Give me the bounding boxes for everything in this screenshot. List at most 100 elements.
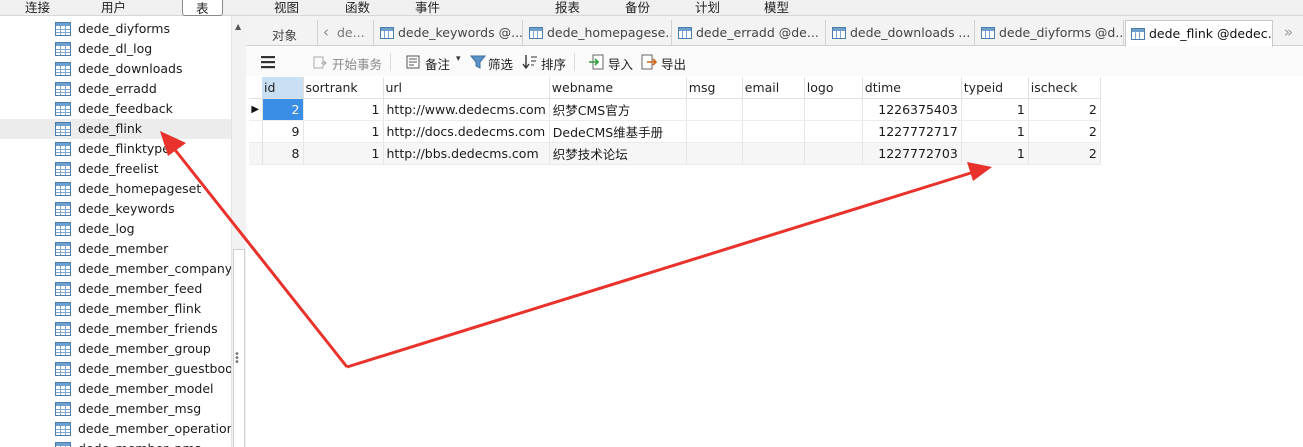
cell-webname[interactable]: 织梦技术论坛 [549,142,687,165]
sidebar-item-dede-flinktype[interactable]: dede_flinktype [0,139,231,159]
menu-connection[interactable]: 连接 [25,0,50,16]
cell-msg[interactable] [686,120,743,143]
cell-logo[interactable] [804,120,863,143]
sidebar-item-dede-member-friends[interactable]: dede_member_friends [0,319,231,339]
menu-view[interactable]: 视图 [274,0,299,16]
column-header-url[interactable]: url [383,77,550,99]
cell-dtime[interactable]: 1227772703 [862,142,962,165]
row-indicator-cell [249,142,263,165]
cell-webname[interactable]: DedeCMS维基手册 [549,120,687,143]
cell-sortrank[interactable]: 1 [303,98,384,121]
dropdown-arrow-icon[interactable]: ▾ [456,54,461,64]
tab-dede-homepageset[interactable]: dede_homepagese... [524,20,672,46]
cell-logo[interactable] [804,98,863,121]
column-header-msg[interactable]: msg [686,77,743,99]
cell-ischeck[interactable]: 2 [1028,142,1101,165]
sidebar-item-dede-diyforms[interactable]: dede_diyforms [0,19,231,39]
menu-event[interactable]: 事件 [415,0,440,16]
import-button[interactable]: 导入 [588,51,634,73]
cell-msg[interactable] [686,98,743,121]
sidebar-item-dede-freelist[interactable]: dede_freelist [0,159,231,179]
tab-dede-flink[interactable]: dede_flink @dedec... [1125,20,1273,47]
cell-id[interactable]: 2 [262,98,304,121]
menu-schedule[interactable]: 计划 [695,0,720,16]
sidebar-item-label: dede_feedback [78,101,173,116]
scrollbar-thumb[interactable] [233,249,245,447]
sidebar-item-dede-keywords[interactable]: dede_keywords [0,199,231,219]
sidebar-item-dede-member-guestbook[interactable]: dede_member_guestbook [0,359,231,379]
sidebar-item-dede-member[interactable]: dede_member [0,239,231,259]
tab-dede-erradd[interactable]: dede_erradd @de... [673,20,826,46]
sidebar-item-dede-member-pms[interactable]: dede_member_pms [0,439,231,447]
sidebar-item-dede-member-flink[interactable]: dede_member_flink [0,299,231,319]
column-header-email[interactable]: email [742,77,805,99]
tab-dede-downloads[interactable]: dede_downloads ... [827,20,975,46]
sidebar-item-label: dede_member_guestbook [78,361,231,376]
column-header-id[interactable]: id [262,77,304,99]
table-row[interactable]: ▶ 2 1 http://www.dedecms.com 织梦CMS官方 122… [249,98,1101,121]
menu-button[interactable] [260,51,282,73]
cell-msg[interactable] [686,142,743,165]
cell-id[interactable]: 8 [262,142,304,165]
cell-sortrank[interactable]: 1 [303,142,384,165]
menu-user[interactable]: 用户 [101,0,126,16]
sidebar-item-dede-member-model[interactable]: dede_member_model [0,379,231,399]
cell-logo[interactable] [804,142,863,165]
sidebar-item-label: dede_freelist [78,161,159,176]
column-header-webname[interactable]: webname [549,77,687,99]
export-button[interactable]: 导出 [641,51,687,73]
column-header-typeid[interactable]: typeid [961,77,1029,99]
menu-backup[interactable]: 备份 [625,0,650,16]
begin-transaction-button[interactable]: 开始事务 [312,51,391,73]
tab-objects[interactable]: 对象 [246,20,318,46]
sidebar-item-dede-log[interactable]: dede_log [0,219,231,239]
cell-sortrank[interactable]: 1 [303,120,384,143]
navigator-scrollbar[interactable]: ▲ • • • [231,16,246,447]
sidebar-item-dede-feedback[interactable]: dede_feedback [0,99,231,119]
table-row[interactable]: 8 1 http://bbs.dedecms.com 织梦技术论坛 122777… [249,142,1101,165]
sidebar-item-dede-erradd[interactable]: dede_erradd [0,79,231,99]
cell-url[interactable]: http://www.dedecms.com [383,98,550,121]
sidebar-item-dede-homepageset[interactable]: dede_homepageset [0,179,231,199]
sidebar-item-dede-dl-log[interactable]: dede_dl_log [0,39,231,59]
scroll-up-icon[interactable]: ▲ [235,22,241,31]
sidebar-item-dede-member-msg[interactable]: dede_member_msg [0,399,231,419]
menu-table[interactable]: 表 [182,0,223,16]
cell-url[interactable]: http://bbs.dedecms.com [383,142,550,165]
cell-typeid[interactable]: 1 [961,142,1029,165]
sidebar-item-dede-member-operation[interactable]: dede_member_operation [0,419,231,439]
note-button[interactable]: 备注 ▾ [405,51,463,73]
column-header-logo[interactable]: logo [804,77,863,99]
cell-email[interactable] [742,98,805,121]
chevron-right-icon[interactable]: » [1284,23,1293,41]
sidebar-item-dede-member-group[interactable]: dede_member_group [0,339,231,359]
menu-function[interactable]: 函数 [345,0,370,16]
menu-model[interactable]: 模型 [764,0,789,16]
cell-email[interactable] [742,142,805,165]
menu-report[interactable]: 报表 [555,0,580,16]
tab-dede-diyforms[interactable]: dede_diyforms @d... [976,20,1124,46]
cell-id[interactable]: 9 [262,120,304,143]
cell-dtime[interactable]: 1227772717 [862,120,962,143]
column-header-dtime[interactable]: dtime [862,77,962,99]
cell-ischeck[interactable]: 2 [1028,98,1101,121]
tab-scroll-left[interactable]: ‹ de... [319,20,374,46]
column-header-sortrank[interactable]: sortrank [303,77,384,99]
filter-button[interactable]: 筛选 [470,51,516,73]
cell-dtime[interactable]: 1226375403 [862,98,962,121]
cell-url[interactable]: http://docs.dedecms.com [383,120,550,143]
cell-typeid[interactable]: 1 [961,120,1029,143]
column-header-ischeck[interactable]: ischeck [1028,77,1101,99]
cell-webname[interactable]: 织梦CMS官方 [549,98,687,121]
sidebar-item-dede-downloads[interactable]: dede_downloads [0,59,231,79]
table-icon [55,82,71,96]
sidebar-item-dede-member-company[interactable]: dede_member_company [0,259,231,279]
sidebar-item-dede-member-feed[interactable]: dede_member_feed [0,279,231,299]
cell-typeid[interactable]: 1 [961,98,1029,121]
cell-email[interactable] [742,120,805,143]
cell-ischeck[interactable]: 2 [1028,120,1101,143]
sidebar-item-dede-flink[interactable]: dede_flink [0,119,231,139]
table-row[interactable]: 9 1 http://docs.dedecms.com DedeCMS维基手册 … [249,120,1101,143]
tab-dede-keywords[interactable]: dede_keywords @... [375,20,523,46]
sort-button[interactable]: 排序 [522,51,575,73]
